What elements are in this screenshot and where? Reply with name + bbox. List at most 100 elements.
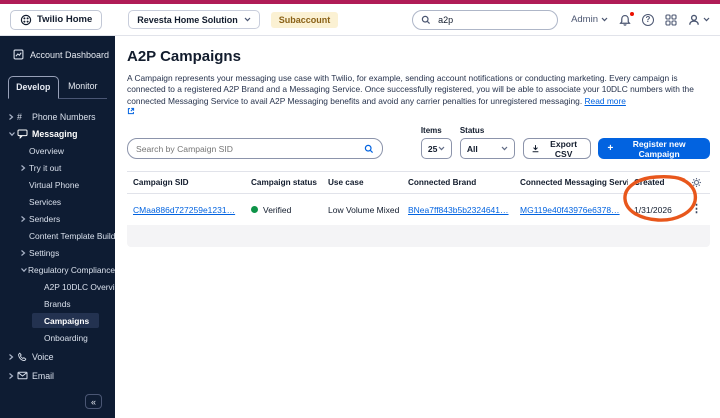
sidebar-item-settings[interactable]: Settings	[0, 244, 115, 261]
nav-label: Try it out	[29, 162, 62, 173]
help-icon: ?	[642, 13, 654, 26]
nav-label: A2P 10DLC Overview	[44, 281, 126, 292]
chevron-down-icon	[244, 17, 251, 22]
created-date-cell: 1/31/2026	[634, 204, 672, 215]
chevron-right-icon	[8, 372, 17, 380]
register-campaign-label: Register new Campaign	[632, 138, 686, 159]
sidebar-item-try-it-out[interactable]: Try it out	[0, 159, 115, 176]
chevron-down-icon	[20, 267, 28, 273]
status-select[interactable]: All	[459, 138, 515, 160]
chevron-right-icon	[20, 249, 29, 257]
sidebar-item-messaging[interactable]: Messaging	[0, 125, 115, 142]
user-menu-button[interactable]	[688, 14, 710, 26]
global-search[interactable]	[412, 9, 559, 30]
campaign-search[interactable]	[127, 138, 383, 160]
messaging-service-link[interactable]: MG119e40f43976e6378…	[520, 205, 620, 215]
admin-menu[interactable]: Admin	[571, 14, 608, 25]
chevron-down-icon	[438, 146, 445, 151]
header-connected-brand: Connected Brand	[408, 178, 477, 188]
nav-label: Phone Numbers	[32, 111, 96, 122]
twilio-home-label: Twilio Home	[37, 14, 93, 25]
bell-icon	[619, 14, 631, 26]
chevron-right-icon	[20, 164, 29, 172]
items-select[interactable]: 25	[420, 138, 452, 160]
sidebar-item-virtual-phone[interactable]: Virtual Phone	[0, 176, 115, 193]
chevron-right-icon	[8, 113, 17, 121]
apps-grid-icon	[665, 13, 677, 26]
campaign-search-input[interactable]	[136, 143, 364, 154]
gear-icon	[691, 177, 702, 188]
items-value: 25	[427, 143, 438, 154]
nav-label: Senders	[29, 213, 61, 224]
tab-monitor[interactable]: Monitor	[59, 76, 108, 98]
download-icon	[531, 144, 540, 153]
column-settings-button[interactable]	[686, 177, 710, 188]
chat-icon	[17, 129, 32, 139]
sidebar-item-brands[interactable]: Brands	[0, 295, 115, 312]
header-created: Created	[634, 178, 665, 188]
nav-label: Content Template Builder	[29, 230, 123, 241]
sidebar-item-email[interactable]: Email	[0, 367, 115, 384]
sidebar-item-voice[interactable]: Voice	[0, 348, 115, 365]
nav-label: Messaging	[32, 128, 78, 139]
sidebar-item-overview[interactable]: Overview	[0, 142, 115, 159]
page-title: A2P Campaigns	[127, 48, 241, 65]
nav-label: Voice	[32, 351, 54, 362]
table-controls: Items 25 Status All Export CSV	[127, 126, 710, 160]
sidebar-item-content-template-builder[interactable]: Content Template Builder	[0, 227, 123, 244]
hash-icon: #	[17, 111, 22, 122]
user-icon	[688, 14, 700, 26]
nav-label: Overview	[29, 145, 64, 156]
register-campaign-button[interactable]: + Register new Campaign	[598, 138, 710, 160]
connected-brand-link[interactable]: BNea7ff843b5b2324641…	[408, 205, 509, 215]
sidebar-item-phone-numbers[interactable]: # Phone Numbers	[0, 108, 115, 125]
tab-develop[interactable]: Develop	[8, 76, 59, 99]
sidebar-item-regulatory-compliance[interactable]: Regulatory Compliance	[0, 261, 115, 278]
campaign-sid-link[interactable]: CMaa886d727259e1231…	[133, 205, 235, 215]
subaccount-badge: Subaccount	[270, 11, 339, 28]
read-more-link[interactable]: Read more	[584, 96, 625, 106]
status-field: Status All	[459, 126, 515, 160]
page-description: A Campaign represents your messaging use…	[127, 73, 710, 115]
verified-dot-icon	[251, 206, 258, 214]
header-use-case: Use case	[328, 178, 364, 188]
apps-menu-button[interactable]	[665, 13, 677, 26]
nav-label: Brands	[44, 298, 71, 309]
mail-icon	[17, 371, 32, 380]
items-field: Items 25	[420, 126, 452, 160]
account-selector[interactable]: Revesta Home Solution	[128, 10, 260, 29]
sidebar-item-account-dashboard[interactable]: Account Dashboard	[0, 36, 115, 60]
export-csv-button[interactable]: Export CSV	[522, 138, 592, 160]
phone-icon	[17, 352, 32, 362]
row-actions-button[interactable]: ⋮	[691, 204, 702, 215]
notification-dot	[629, 11, 634, 16]
table-footer	[127, 225, 710, 248]
sidebar-item-onboarding[interactable]: Onboarding	[0, 329, 115, 346]
notifications-button[interactable]	[619, 11, 634, 26]
nav-label: Regulatory Compliance	[28, 264, 116, 275]
external-link-icon	[127, 107, 710, 115]
global-search-input[interactable]	[438, 14, 550, 25]
status-badge: Verified	[251, 205, 322, 215]
admin-label: Admin	[571, 14, 598, 25]
nav-label: Campaigns	[32, 313, 100, 328]
twilio-logo-icon	[20, 14, 32, 26]
chevron-down-icon	[8, 131, 17, 137]
nav-label: Virtual Phone	[29, 179, 80, 190]
account-dashboard-label: Account Dashboard	[30, 49, 110, 60]
sidebar-collapse-button[interactable]: «	[85, 394, 102, 409]
twilio-home-button[interactable]: Twilio Home	[10, 9, 103, 30]
sidebar-item-senders[interactable]: Senders	[0, 210, 115, 227]
plus-icon: +	[607, 143, 614, 155]
help-button[interactable]: ?	[642, 13, 654, 26]
sidebar-tabbar: Develop Monitor	[8, 76, 107, 99]
header-campaign-status: Campaign status	[251, 178, 317, 188]
sidebar-item-services[interactable]: Services	[0, 193, 115, 210]
campaigns-table: Campaign SID Campaign status Use case Co…	[127, 171, 710, 248]
sidebar-item-a2p-10dlc-overview[interactable]: A2P 10DLC Overview	[0, 278, 125, 295]
chevron-right-icon	[8, 353, 17, 361]
chevron-down-icon	[703, 17, 710, 22]
search-icon	[421, 15, 431, 25]
status-value: All	[466, 143, 478, 154]
sidebar-item-campaigns[interactable]: Campaigns	[0, 312, 115, 329]
